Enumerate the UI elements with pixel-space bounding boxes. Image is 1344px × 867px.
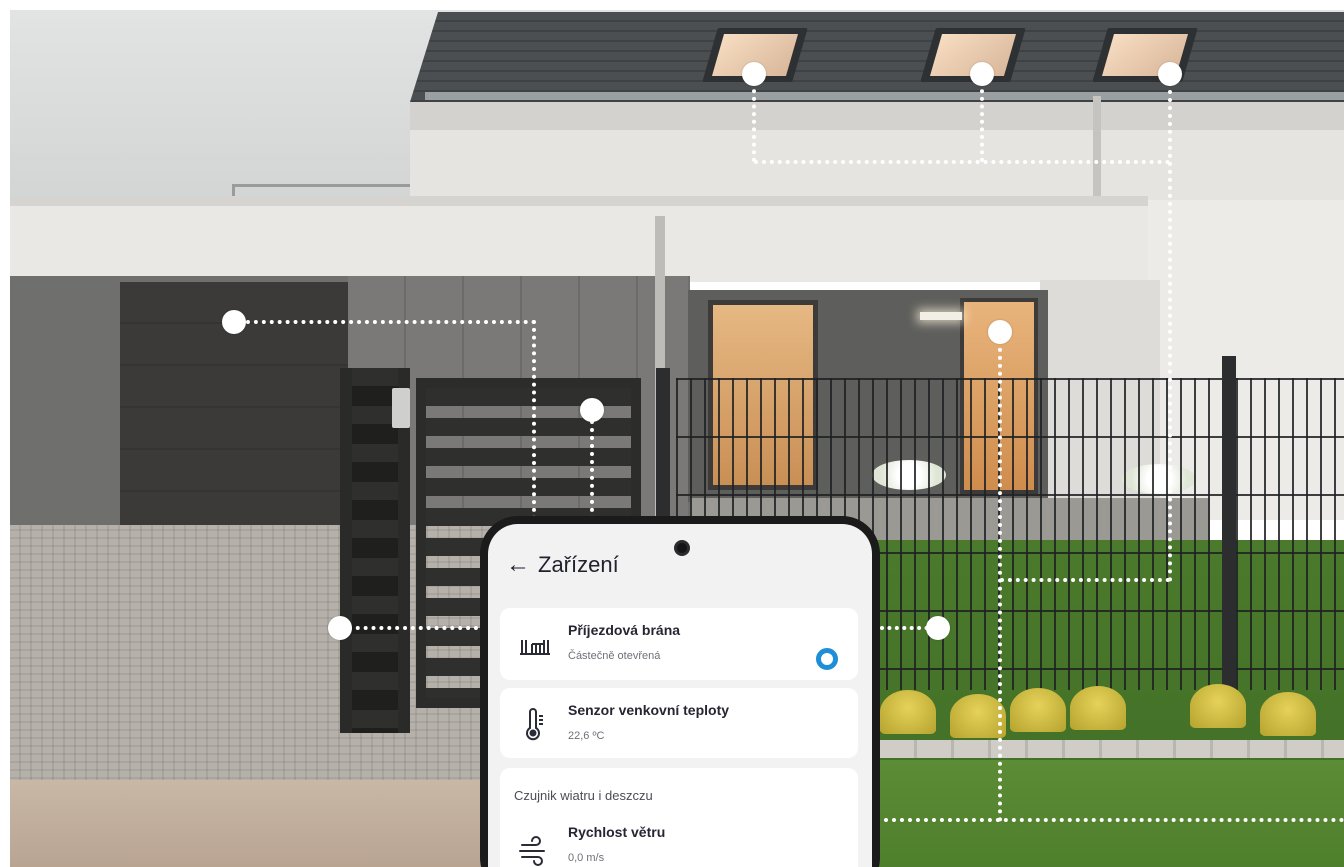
- sensor-dot: [988, 320, 1012, 344]
- device-name: Příjezdová brána: [568, 622, 681, 638]
- shrub: [880, 690, 936, 734]
- device-name: Senzor venkovní teploty: [568, 702, 730, 718]
- lawn-front: [860, 760, 1344, 867]
- connector-line: [980, 74, 984, 162]
- balcony-railing: [232, 184, 410, 196]
- connector-line: [238, 320, 536, 324]
- fence-post: [1222, 356, 1236, 690]
- device-card-temperature[interactable]: Senzor venkovní teploty 22,6 ºC: [500, 688, 858, 758]
- connector-line: [1168, 74, 1172, 582]
- wind-icon: [519, 836, 545, 866]
- entrance-lamp: [920, 312, 962, 320]
- device-reading: 22,6 ºC: [568, 730, 605, 742]
- sensor-dot: [970, 62, 994, 86]
- partial-open-indicator: [816, 648, 838, 670]
- phone-mockup: ← Zařízení Příjezdová brána Částečně ote…: [480, 516, 880, 867]
- gutter: [425, 92, 1344, 100]
- sensor-dot: [742, 62, 766, 86]
- connector-line: [340, 626, 486, 630]
- thermometer-icon: [526, 708, 543, 741]
- balcony-slab: [10, 196, 1148, 282]
- connector-line: [1000, 578, 1170, 582]
- app-screen: ← Zařízení Příjezdová brána Částečně ote…: [488, 524, 872, 867]
- device-status: Částečně otevřená: [568, 650, 661, 662]
- device-card-gate[interactable]: Příjezdová brána Částečně otevřená: [500, 608, 858, 680]
- arrow-left-icon[interactable]: ←: [506, 553, 530, 577]
- sensor-dot: [1158, 62, 1182, 86]
- device-group-wind-rain[interactable]: Czujnik wiatru i deszczu Rychlost větru …: [500, 768, 858, 867]
- shrub: [1070, 686, 1126, 730]
- connector-line: [754, 160, 1170, 164]
- sensor-dot: [222, 310, 246, 334]
- connector-line: [998, 332, 1002, 822]
- group-title: Czujnik wiatru i deszczu: [514, 788, 653, 803]
- device-reading: 0,0 m/s: [568, 852, 605, 864]
- roof: [410, 12, 1344, 102]
- shrub: [1190, 684, 1246, 728]
- connector-line: [590, 412, 594, 520]
- downpipe: [1093, 96, 1101, 196]
- balcony-edge: [10, 196, 1148, 206]
- device-name: Rychlost větru: [568, 824, 666, 840]
- connector-line: [532, 320, 536, 520]
- connector-line: [884, 818, 1344, 822]
- edge-stones: [880, 740, 1344, 758]
- keypad: [392, 388, 410, 428]
- gate-icon: [520, 640, 550, 655]
- sensor-dot: [926, 616, 950, 640]
- shrub: [1010, 688, 1066, 732]
- fence-post: [656, 368, 670, 518]
- sensor-dot: [580, 398, 604, 422]
- shrub: [1260, 692, 1316, 736]
- app-header: ← Zařízení: [506, 552, 619, 578]
- eave-shadow: [410, 100, 1344, 130]
- connector-line: [752, 74, 756, 162]
- page-title: Zařízení: [538, 552, 619, 577]
- front-camera: [674, 540, 690, 556]
- sensor-dot: [328, 616, 352, 640]
